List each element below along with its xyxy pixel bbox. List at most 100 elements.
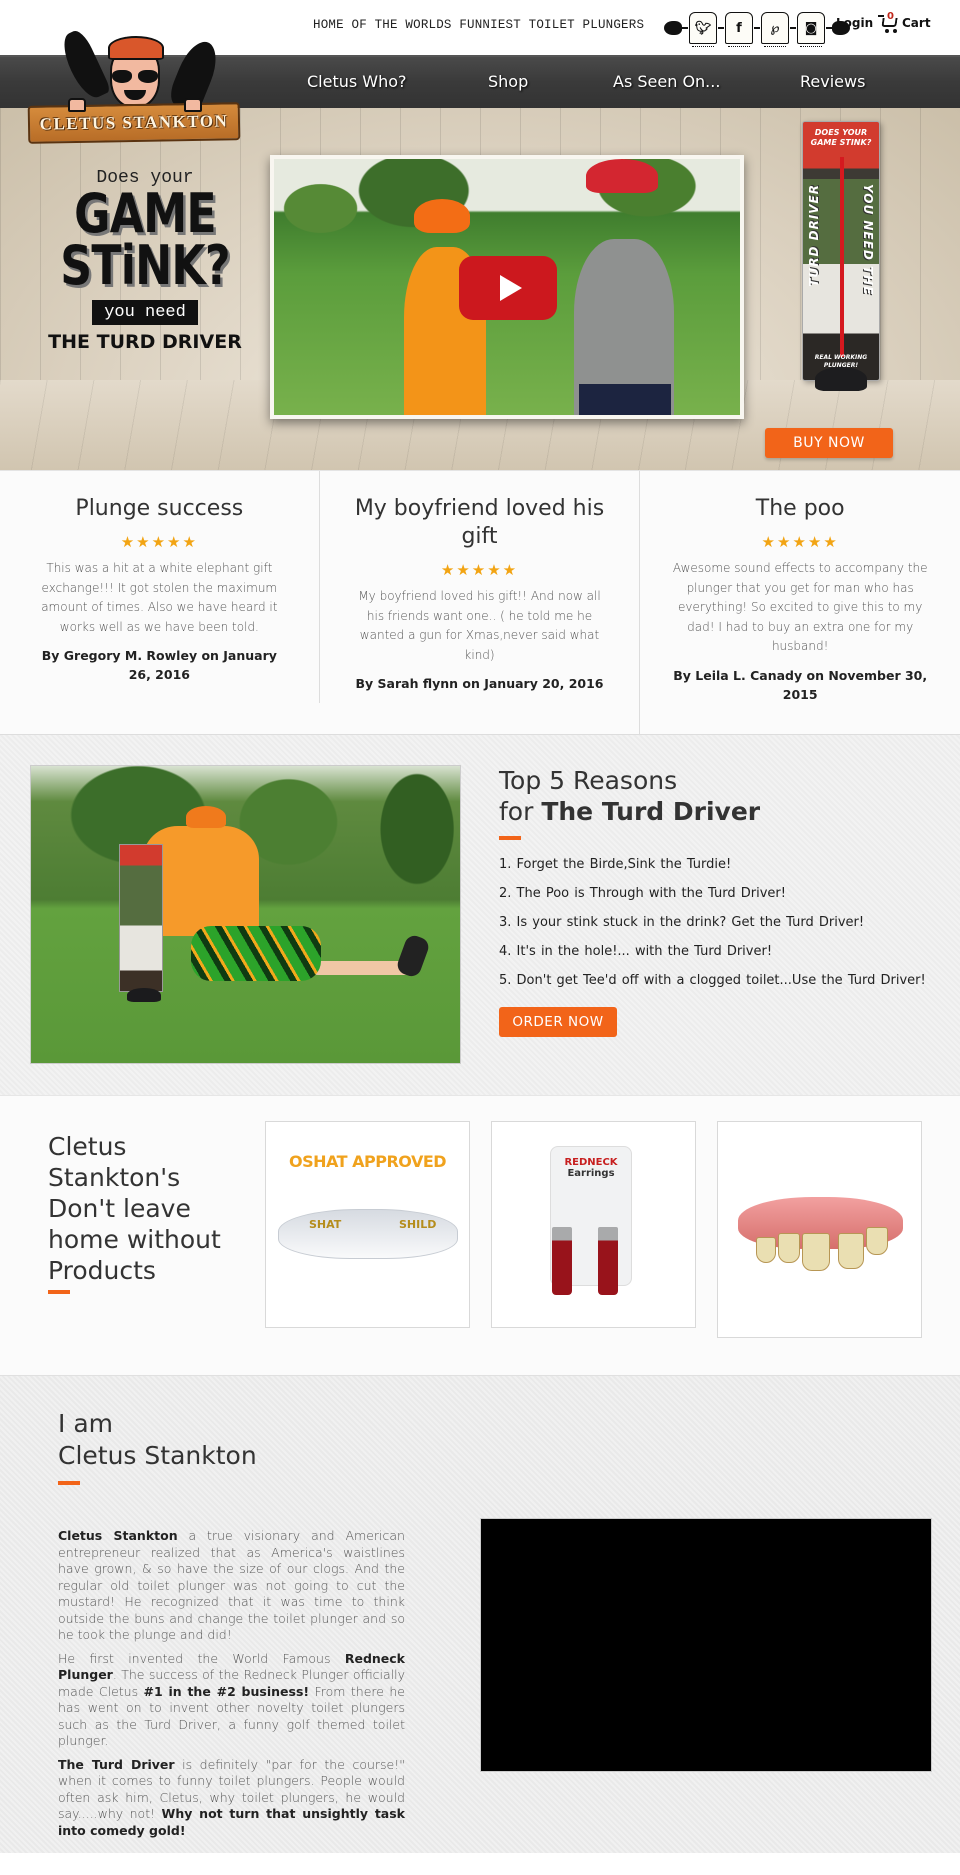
nav-as-seen-on[interactable]: As Seen On... — [613, 72, 720, 91]
photo-cap — [186, 806, 226, 828]
photo-package — [119, 844, 163, 992]
plunger-end-icon — [664, 21, 682, 35]
about-heading-line1: I am — [58, 1409, 113, 1438]
site-tagline: HOME OF THE WORLDS FUNNIEST TOILET PLUNG… — [313, 18, 645, 32]
login-link[interactable]: Login — [836, 16, 873, 30]
accent-divider — [499, 836, 521, 840]
twitter-icon: 🐦︎ — [694, 20, 712, 36]
cart-icon: 0 — [878, 11, 900, 33]
order-now-button[interactable]: ORDER NOW — [499, 1007, 617, 1037]
play-button[interactable] — [459, 256, 557, 320]
review-body: This was a hit at a white elephant gift … — [41, 561, 278, 634]
logo-sign: CLETUS STANKTON — [27, 102, 241, 144]
video-scene-pants — [579, 384, 671, 415]
star-rating-icon: ★★★★★ — [761, 533, 839, 551]
logo-text: CLETUS STANKTON — [39, 111, 229, 134]
accent-divider — [58, 1481, 80, 1485]
hero-you-need: you need — [92, 300, 198, 325]
plunger-rod — [754, 27, 760, 29]
cart-label: Cart — [902, 16, 931, 30]
hero-headline: Does your GAME STiNK? you need THE TURD … — [40, 168, 250, 353]
photo-legs — [311, 961, 411, 975]
mascot-hand — [68, 98, 86, 112]
package-side-right-text: YOU NEED THE — [861, 184, 875, 296]
package-top-text: DOES YOUR GAME STINK? — [810, 128, 872, 147]
review-title: Plunge success — [75, 496, 244, 521]
review-title: My boyfriend loved his gift — [354, 496, 605, 549]
tooth — [866, 1227, 888, 1255]
review-card: The poo ★★★★★ Awesome sound effects to a… — [640, 471, 960, 734]
about-bold: Cletus Stankton — [58, 1528, 178, 1543]
product-caption: OSHAT APPROVED — [288, 1152, 447, 1171]
review-byline: By Gregory M. Rowley on January 26, 2016 — [41, 648, 277, 682]
hero-game: GAME — [74, 182, 216, 245]
package-shaft — [840, 157, 844, 357]
products-heading: Cletus Stankton's Don't leave home witho… — [48, 1132, 221, 1285]
nav-reviews[interactable]: Reviews — [800, 72, 865, 91]
site-logo[interactable]: CLETUS STANKTON — [27, 18, 241, 144]
star-rating-icon: ★★★★★ — [440, 561, 519, 579]
mascot-cap — [108, 36, 164, 60]
tooth — [778, 1233, 800, 1263]
reasons-heading-for: for — [499, 797, 542, 826]
pinterest-link[interactable]: ℘ — [761, 12, 789, 47]
about-paragraph: The Turd Driver is definitely "par for t… — [58, 1757, 405, 1840]
hero-banner: Does your GAME STiNK? you need THE TURD … — [0, 108, 960, 470]
reason-item: 3. Is your stink stuck in the drink? Get… — [499, 915, 865, 930]
safety-glasses-image: SHAT SHILD — [278, 1209, 458, 1259]
twitter-link[interactable]: 🐦︎ — [689, 12, 717, 47]
buy-now-button[interactable]: BUY NOW — [765, 428, 893, 458]
tooth — [756, 1237, 776, 1263]
product-card-teeth[interactable] — [717, 1121, 922, 1338]
about-body: Cletus Stankton a true visionary and Ame… — [58, 1528, 405, 1846]
page-bottom — [0, 1853, 960, 1863]
cletus-golf-photo — [30, 765, 461, 1064]
earrings-title: REDNECK Earrings — [551, 1157, 631, 1179]
mascot-glasses — [112, 70, 158, 84]
star-rating-icon: ★★★★★ — [120, 533, 198, 551]
reasons-section: Top 5 Reasons for The Turd Driver 1. For… — [0, 735, 960, 1095]
product-card-earrings[interactable]: REDNECK Earrings — [491, 1121, 696, 1328]
about-heading: I am Cletus Stankton — [58, 1408, 257, 1472]
reason-item: 5. Don't get Tee'd off with a clogged to… — [499, 973, 926, 988]
about-paragraph: He first invented the World Famous Redne… — [58, 1651, 405, 1750]
hero-stink: STiNK? — [60, 234, 230, 297]
video-scene-cap-orange — [414, 199, 470, 233]
reasons-heading: Top 5 Reasons for The Turd Driver — [499, 765, 927, 827]
facebook-link[interactable]: f — [725, 12, 753, 47]
instagram-link[interactable]: ◙ — [797, 12, 825, 47]
mascot-hand — [184, 98, 202, 112]
review-title: The poo — [755, 496, 845, 521]
photo-shorts — [191, 926, 321, 981]
plunger-rod — [718, 27, 724, 29]
plunger-icon — [56, 27, 112, 103]
nav-shop[interactable]: Shop — [488, 72, 528, 91]
tooth — [802, 1233, 830, 1271]
about-text-span: He first invented the World Famous — [58, 1650, 345, 1666]
about-bold: #1 in the #2 business! — [143, 1683, 310, 1699]
about-bold: The Turd Driver — [58, 1756, 175, 1772]
reviews-section: Plunge success ★★★★★ This was a hit at a… — [0, 470, 960, 735]
review-byline: By Leila L. Canady on November 30, 2015 — [673, 667, 928, 702]
promo-video-thumbnail[interactable] — [270, 155, 744, 419]
plunger-rod — [682, 27, 688, 29]
about-video-player[interactable] — [480, 1518, 932, 1772]
cart-link[interactable]: 0 Cart — [878, 11, 931, 33]
earrings-title-black: Earrings — [567, 1168, 615, 1179]
pinterest-icon: ℘ — [770, 20, 780, 36]
play-icon — [500, 275, 522, 301]
accent-divider — [48, 1290, 70, 1294]
about-section: I am Cletus Stankton Cletus Stankton a t… — [0, 1375, 960, 1853]
reasons-heading-product: The Turd Driver — [541, 797, 761, 826]
reason-item: 1. Forget the Birde,Sink the Turdie! — [499, 857, 732, 872]
nav-cletus-who[interactable]: Cletus Who? — [307, 72, 407, 91]
about-text-span: a true visionary and American entreprene… — [58, 1528, 405, 1642]
video-scene-trees — [274, 159, 740, 249]
reasons-list: 1. Forget the Birde,Sink the Turdie! 2. … — [499, 857, 927, 988]
social-links: 🐦︎ f ℘ ◙ — [664, 10, 850, 47]
product-card-glasses[interactable]: OSHAT APPROVED SHAT SHILD — [265, 1121, 470, 1328]
turd-driver-package-image: DOES YOUR GAME STINK? TURD DRIVER YOU NE… — [802, 121, 880, 391]
review-card: My boyfriend loved his gift ★★★★★ My boy… — [320, 471, 641, 734]
facebook-icon: f — [736, 20, 742, 36]
reasons-heading-line1: Top 5 Reasons — [499, 766, 678, 795]
